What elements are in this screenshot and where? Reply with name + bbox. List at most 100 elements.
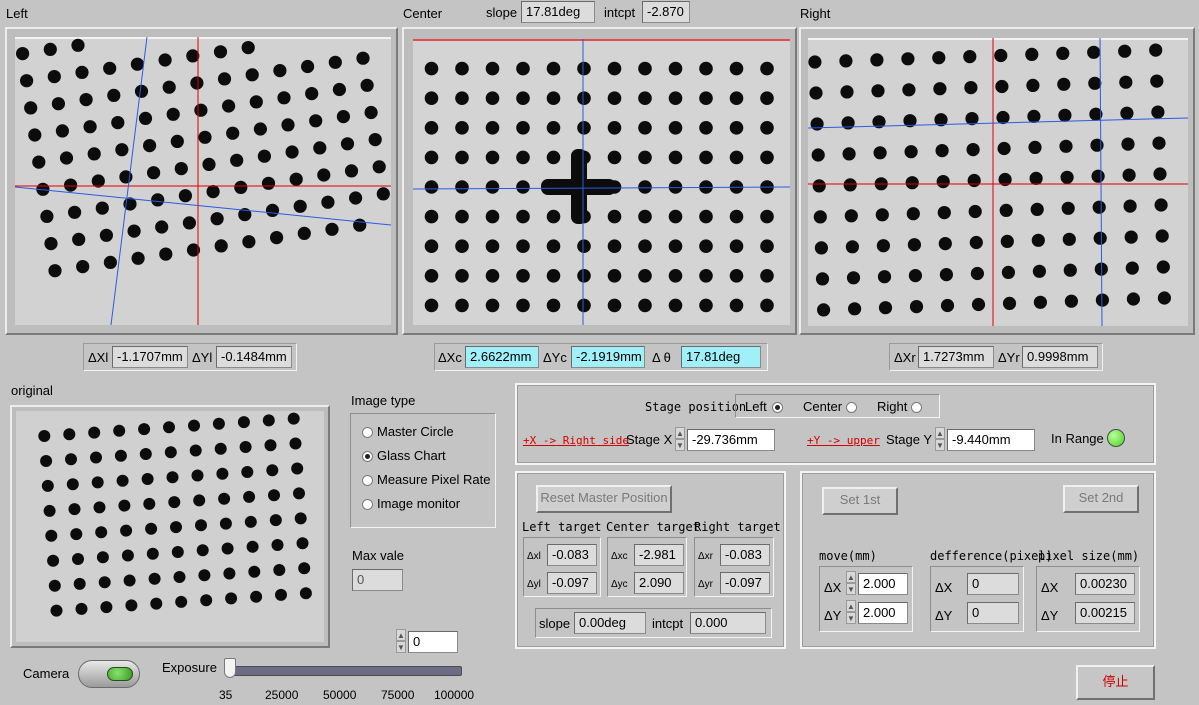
calibration-dot (214, 239, 228, 253)
option-measure-pixel-rate-label: Measure Pixel Rate (377, 472, 491, 487)
calibration-dot (842, 147, 856, 161)
radio-image-monitor[interactable] (362, 499, 373, 510)
calibration-dot (516, 239, 530, 253)
calibration-dot (1087, 45, 1101, 59)
y-direction-hint-link[interactable]: +Y -> upper (807, 434, 880, 447)
calibration-dot (668, 61, 683, 76)
calibration-dot (873, 146, 887, 160)
size-y-value: 0.00215 (1075, 602, 1135, 624)
exposure-slider-thumb[interactable] (224, 658, 236, 678)
dtheta-value: 17.81deg (681, 346, 761, 368)
calibration-dot (328, 55, 342, 69)
calibration-dot (935, 144, 949, 158)
stage-position-radio-group: Left Center Right (735, 394, 940, 418)
calibration-dot (485, 239, 500, 253)
calibration-dot (301, 59, 315, 74)
calibration-dot (668, 150, 683, 165)
calibration-dot (344, 164, 359, 178)
calibration-dot (1155, 229, 1169, 243)
calibration-dot (202, 157, 216, 171)
calibration-dot (138, 111, 153, 125)
calibration-dot (668, 91, 683, 105)
original-image-view (10, 405, 330, 648)
stage-x-stepper[interactable]: ▲ ▼ (675, 427, 685, 451)
calibration-dot (353, 218, 367, 232)
calibration-dot (66, 478, 79, 491)
calibration-dot (970, 266, 984, 281)
reset-master-position-button[interactable]: Reset Master Position (536, 485, 672, 513)
calibration-dot (907, 238, 921, 252)
image-edge (808, 38, 1188, 40)
calibration-dot (668, 298, 683, 313)
exposure-slider-track[interactable] (226, 666, 462, 676)
calibration-dot (281, 118, 295, 132)
calibration-dot (1033, 295, 1047, 309)
camera-toggle-switch[interactable] (78, 660, 140, 688)
exposure-input[interactable]: 0 (408, 631, 458, 653)
calibration-dot (189, 444, 202, 457)
camera-on-indicator-icon (107, 667, 133, 681)
dxl-target-value: -0.083 (547, 544, 597, 566)
calibration-dot (638, 269, 652, 283)
move-x-input[interactable]: 2.000 (858, 573, 908, 595)
calibration-dot (964, 81, 978, 95)
calibration-dot (848, 302, 862, 316)
calibration-dot (90, 451, 102, 464)
center-target-group: Δxc -2.981 Δyc 2.090 (607, 537, 687, 597)
exposure-stepper[interactable]: ▲ ▼ (396, 629, 406, 653)
calibration-dot (166, 107, 180, 121)
radio-stage-center[interactable] (846, 402, 857, 413)
master-position-panel: Reset Master Position Left target Center… (515, 471, 786, 649)
calibration-dot (212, 417, 225, 430)
calibration-dot (607, 209, 622, 224)
move-label: move(mm) (819, 549, 877, 563)
move-y-input[interactable]: 2.000 (858, 602, 908, 624)
set-1st-button[interactable]: Set 1st (822, 487, 898, 515)
diff-y-value: 0 (967, 602, 1019, 624)
radio-measure-pixel-rate[interactable] (362, 475, 373, 486)
calibration-dot (516, 269, 530, 283)
master-intcpt-value: 0.000 (690, 612, 766, 634)
calibration-dot (1028, 140, 1042, 154)
calibration-dot (349, 191, 363, 205)
radio-stage-left[interactable] (772, 402, 783, 413)
in-range-indicator-icon (1107, 429, 1125, 447)
calibration-dot (95, 201, 109, 215)
move-y-stepper[interactable]: ▲ ▼ (846, 600, 856, 624)
right-offset-group: ΔXr 1.7273mm ΔYr 0.9998mm (889, 343, 1103, 371)
calibration-dot (178, 189, 192, 203)
stage-y-input[interactable]: -9.440mm (947, 429, 1035, 451)
radio-stage-right[interactable] (911, 402, 922, 413)
calibration-dot (130, 57, 144, 71)
calibration-dot (47, 554, 60, 567)
calibration-dot (190, 76, 204, 90)
calibration-dot (424, 180, 439, 194)
move-x-stepper[interactable]: ▲ ▼ (846, 571, 856, 595)
stage-y-stepper[interactable]: ▲ ▼ (935, 427, 945, 451)
radio-glass-chart[interactable] (362, 451, 373, 462)
calibration-dot (516, 298, 530, 313)
calibration-dot (516, 121, 530, 135)
calibration-dot (845, 240, 859, 254)
calibration-dot (265, 203, 280, 217)
calibration-dot (297, 226, 311, 240)
calibration-dot (70, 528, 83, 541)
calibration-dot (99, 228, 113, 242)
calibration-dot (729, 209, 744, 224)
stage-x-input[interactable]: -29.736mm (687, 429, 775, 451)
stage-panel: Stage position Left Center Right +X -> R… (515, 383, 1156, 465)
calibration-dot (72, 232, 86, 246)
stop-button[interactable]: 停止 (1076, 665, 1155, 700)
calibration-dot (1154, 198, 1168, 212)
calibration-dot (968, 204, 982, 219)
calibration-dot (285, 145, 299, 159)
dxr-label: ΔXr (894, 350, 916, 365)
calibration-dot (155, 220, 169, 234)
calibration-dot (638, 180, 652, 194)
calibration-dot (287, 412, 300, 425)
calibration-dot (55, 124, 69, 138)
radio-master-circle[interactable] (362, 427, 373, 438)
x-direction-hint-link[interactable]: +X -> Right side (523, 434, 629, 447)
set-2nd-button[interactable]: Set 2nd (1063, 485, 1139, 513)
calibration-dot (241, 466, 254, 478)
